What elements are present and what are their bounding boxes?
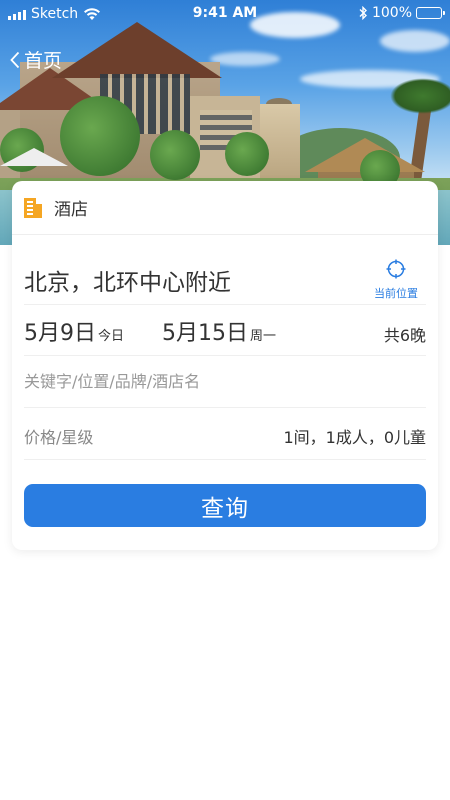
umbrella xyxy=(0,148,68,166)
battery-percent: 100% xyxy=(371,5,412,21)
destination-row[interactable]: 北京，北环中心附近 当前位置 xyxy=(24,235,426,305)
status-bar-right: 100% xyxy=(358,5,445,21)
crosshair-icon xyxy=(386,259,406,279)
battery-icon xyxy=(416,7,445,19)
checkout-date[interactable]: 5月15日 周一 xyxy=(162,315,276,347)
price-guests-row[interactable]: 价格/星级 1间，1成人，0儿童 xyxy=(24,408,426,460)
current-location-label: 当前位置 xyxy=(374,287,418,300)
tree xyxy=(225,132,269,176)
checkin-day: 今日 xyxy=(98,329,125,344)
card-header: 酒店 xyxy=(12,181,438,235)
current-location-button[interactable]: 当前位置 xyxy=(366,259,426,301)
search-button[interactable]: 查询 xyxy=(24,484,426,527)
tree xyxy=(150,130,200,180)
bluetooth-icon xyxy=(359,6,367,20)
cloud xyxy=(380,30,450,52)
guests-selector[interactable]: 1间，1成人，0儿童 xyxy=(283,424,426,448)
keyword-row xyxy=(24,356,426,408)
back-label: 首页 xyxy=(24,50,63,72)
keyword-search-input[interactable] xyxy=(24,356,426,406)
hotel-building-icon xyxy=(24,197,42,218)
roof-main xyxy=(52,22,222,78)
checkin-date-value: 5月9日 xyxy=(24,321,96,346)
tree xyxy=(60,96,140,176)
date-row: 5月9日 今日 5月15日 周一 共6晚 xyxy=(24,305,426,356)
hotel-search-card: 酒店 北京，北环中心附近 当前位置 5月9日今日 5月15日周一 共6晚 价格/… xyxy=(12,181,438,550)
checkin-date[interactable]: 5月9日 今日 xyxy=(24,315,124,347)
destination-text[interactable]: 北京，北环中心附近 xyxy=(24,263,231,297)
checkout-date-value: 5月15日 xyxy=(162,321,248,346)
chevron-left-icon xyxy=(10,51,20,68)
checkout-day: 周一 xyxy=(250,329,277,344)
price-star-selector[interactable]: 价格/星级 xyxy=(24,424,93,448)
status-bar: Sketch 9:41 AM 100% xyxy=(0,0,450,28)
palm-tree-leaves xyxy=(390,78,450,114)
back-button[interactable]: 首页 xyxy=(10,46,62,73)
nights-count: 共6晚 xyxy=(383,326,426,345)
card-title: 酒店 xyxy=(54,200,88,220)
